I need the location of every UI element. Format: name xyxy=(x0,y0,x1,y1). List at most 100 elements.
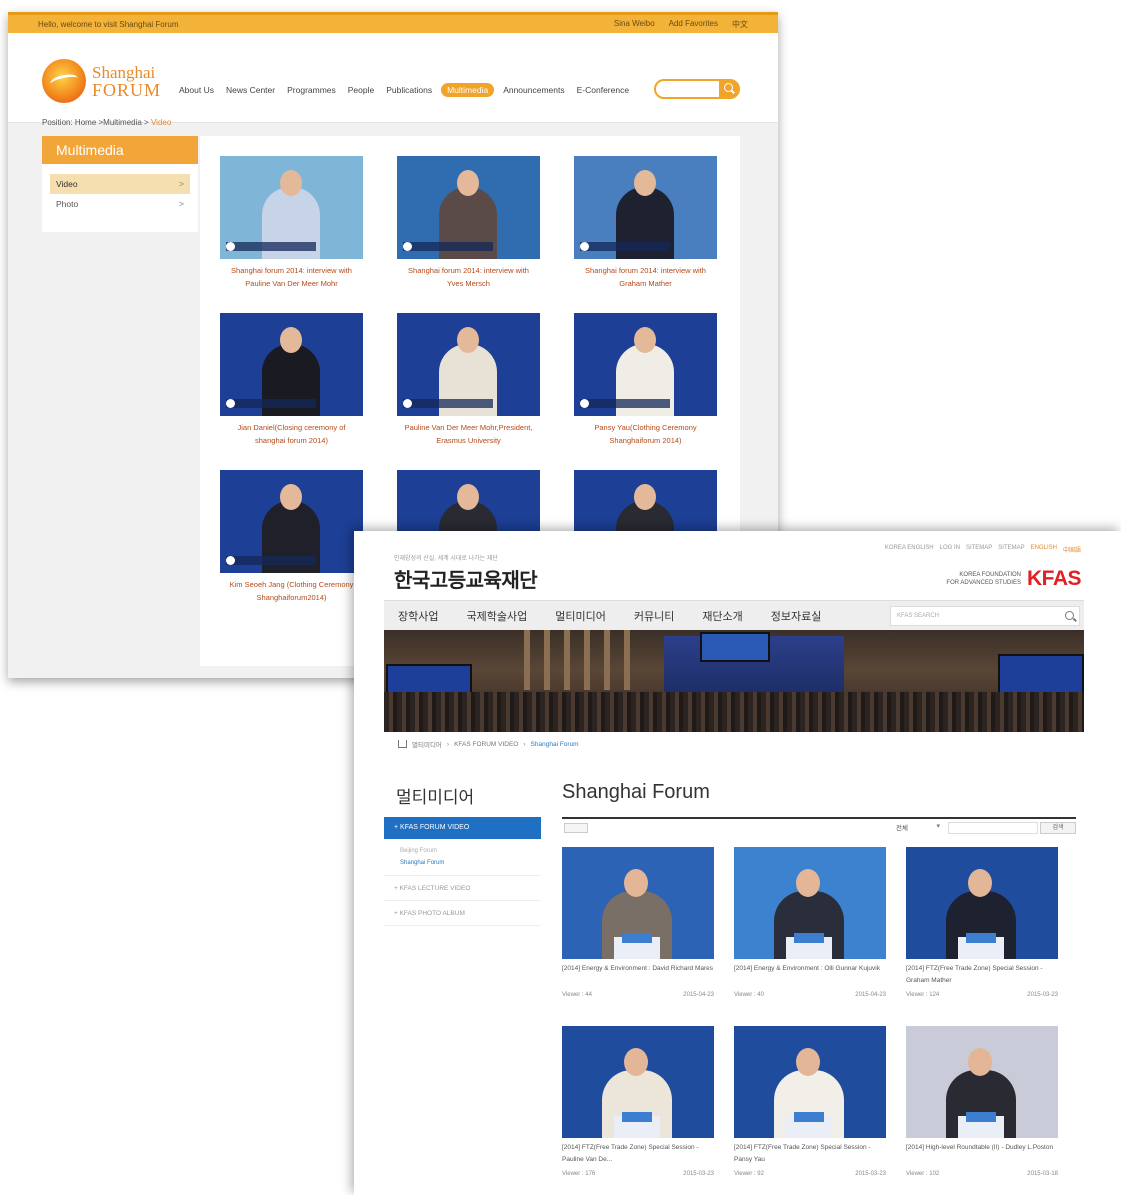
video-thumbnail[interactable] xyxy=(906,1026,1058,1138)
video-thumbnail[interactable] xyxy=(397,156,540,259)
video-item[interactable]: [2014] Energy & Environment : Olli Gunna… xyxy=(734,847,886,1014)
video-meta: Viewer : 102 2015-03-18 xyxy=(906,1171,1058,1177)
breadcrumb-item[interactable]: 멀티미디어 xyxy=(412,739,442,749)
video-caption[interactable]: Pauline Van Der Meer Mohr,President, Era… xyxy=(397,421,540,447)
play-icon[interactable] xyxy=(403,399,412,408)
video-item[interactable]: Jian Daniel(Closing ceremony of shanghai… xyxy=(220,313,363,470)
video-item[interactable]: [2014] FTZ(Free Trade Zone) Special Sess… xyxy=(906,847,1058,1014)
video-thumbnail[interactable] xyxy=(220,470,363,573)
top-utility-bar: Hello, welcome to visit Shanghai Forum S… xyxy=(8,12,778,33)
video-thumbnail[interactable] xyxy=(220,156,363,259)
viewer-count: Viewer : 40 xyxy=(734,992,764,998)
breadcrumb-item[interactable]: KFAS FORUM VIDEO xyxy=(454,741,518,748)
brand-title[interactable]: 한국고등교육재단 xyxy=(394,564,538,593)
chinese-language-link[interactable]: 中文 xyxy=(732,19,748,30)
video-title[interactable]: [2014] FTZ(Free Trade Zone) Special Sess… xyxy=(906,963,1058,989)
play-icon[interactable] xyxy=(403,242,412,251)
util-link[interactable]: SITEMAP xyxy=(998,545,1024,554)
video-thumbnail[interactable] xyxy=(574,313,717,416)
video-item[interactable]: [2014] High-level Roundtable (II) - Dudl… xyxy=(906,1026,1058,1193)
video-item[interactable]: [2014] Energy & Environment : David Rich… xyxy=(562,847,714,1014)
video-title[interactable]: [2014] Energy & Environment : Olli Gunna… xyxy=(734,963,886,989)
search-input[interactable] xyxy=(654,79,740,99)
breadcrumb-current: Video xyxy=(150,118,172,127)
view-toggle[interactable] xyxy=(564,823,588,833)
video-caption[interactable]: Pansy Yau(Clothing Ceremony Shanghaiforu… xyxy=(574,421,717,447)
play-icon[interactable] xyxy=(226,399,235,408)
video-caption[interactable]: Shanghai forum 2014: interview with Paul… xyxy=(220,264,363,290)
util-link[interactable]: KOREA ENGLISH xyxy=(885,545,934,554)
video-caption[interactable]: Kim Seoeh Jang (Clothing Ceremony Shangh… xyxy=(220,578,363,604)
video-caption[interactable]: Shanghai forum 2014: interview with Grah… xyxy=(574,264,717,290)
kfas-logo[interactable]: KOREA FOUNDATION FOR ADVANCED STUDIES KF… xyxy=(946,567,1081,591)
util-link-english[interactable]: ENGLISH xyxy=(1031,545,1057,554)
nav-scholarship[interactable]: 장학사업 xyxy=(398,608,438,624)
nav-programmes[interactable]: Programmes xyxy=(284,83,339,97)
sidebar-item-forum-video[interactable]: + KFAS FORUM VIDEO xyxy=(384,817,541,839)
nav-archive[interactable]: 정보자료실 xyxy=(771,608,822,624)
sidebar-item-video[interactable]: Video > xyxy=(50,174,190,194)
play-icon[interactable] xyxy=(580,399,589,408)
video-thumbnail[interactable] xyxy=(397,313,540,416)
sina-weibo-link[interactable]: Sina Weibo xyxy=(614,19,655,30)
nav-people[interactable]: People xyxy=(345,83,377,97)
video-date: 2015-03-23 xyxy=(855,1171,886,1177)
nav-about-us[interactable]: About Us xyxy=(176,83,217,97)
video-item[interactable]: Shanghai forum 2014: interview with Yves… xyxy=(397,156,540,313)
play-icon[interactable] xyxy=(226,556,235,565)
sidebar-item-lecture-video[interactable]: + KFAS LECTURE VIDEO xyxy=(384,876,541,901)
sidebar-item-photo-album[interactable]: + KFAS PHOTO ALBUM xyxy=(384,901,541,926)
submenu-beijing[interactable]: Beijing Forum xyxy=(400,848,437,854)
nav-news-center[interactable]: News Center xyxy=(223,83,278,97)
video-item[interactable]: [2014] FTZ(Free Trade Zone) Special Sess… xyxy=(562,1026,714,1193)
video-thumbnail[interactable] xyxy=(734,847,886,959)
search-input[interactable]: KFAS SEARCH xyxy=(890,606,1080,626)
add-favorites-link[interactable]: Add Favorites xyxy=(669,19,718,30)
nav-publications[interactable]: Publications xyxy=(383,83,435,97)
video-item[interactable]: Kim Seoeh Jang (Clothing Ceremony Shangh… xyxy=(220,470,363,627)
submenu-shanghai[interactable]: Shanghai Forum xyxy=(400,857,525,869)
video-item[interactable]: [2014] FTZ(Free Trade Zone) Special Sess… xyxy=(734,1026,886,1193)
video-title[interactable]: [2014] High-level Roundtable (II) - Dudl… xyxy=(906,1142,1058,1168)
util-link[interactable]: SITEMAP xyxy=(966,545,992,554)
nav-e-conference[interactable]: E-Conference xyxy=(574,83,632,97)
nav-international[interactable]: 국제학술사업 xyxy=(466,608,527,624)
tagline: 인재양성의 산실, 세계 시대로 나가는 재단 xyxy=(394,556,498,562)
video-item[interactable]: Shanghai forum 2014: interview with Grah… xyxy=(574,156,717,313)
video-item[interactable]: Pauline Van Der Meer Mohr,President, Era… xyxy=(397,313,540,470)
shanghai-forum-logo[interactable]: Shanghai FORUM xyxy=(42,59,161,103)
nav-multimedia[interactable]: Multimedia xyxy=(441,83,495,97)
video-title[interactable]: [2014] Energy & Environment : David Rich… xyxy=(562,963,714,989)
breadcrumb-path[interactable]: Home >Multimedia > xyxy=(75,118,149,127)
video-thumbnail[interactable] xyxy=(562,847,714,959)
search-placeholder: KFAS SEARCH xyxy=(897,613,940,619)
video-thumbnail[interactable] xyxy=(220,313,363,416)
sidebar-item-photo[interactable]: Photo > xyxy=(50,194,190,214)
filter-select[interactable]: 전체 xyxy=(896,822,940,834)
search-icon[interactable] xyxy=(719,80,739,98)
nav-community[interactable]: 커뮤니티 xyxy=(634,608,674,624)
nav-about[interactable]: 재단소개 xyxy=(702,608,742,624)
util-link-chinese[interactable]: 中国語 xyxy=(1063,545,1081,554)
nav-announcements[interactable]: Announcements xyxy=(500,83,567,97)
list-search-button[interactable]: 검색 xyxy=(1040,822,1076,834)
video-thumbnail[interactable] xyxy=(574,156,717,259)
nav-multimedia[interactable]: 멀티미디어 xyxy=(555,608,606,624)
list-search-input[interactable] xyxy=(948,822,1038,834)
video-caption[interactable]: Shanghai forum 2014: interview with Yves… xyxy=(397,264,540,290)
video-thumbnail[interactable] xyxy=(906,847,1058,959)
play-icon[interactable] xyxy=(580,242,589,251)
util-link[interactable]: LOG IN xyxy=(940,545,960,554)
video-title[interactable]: [2014] FTZ(Free Trade Zone) Special Sess… xyxy=(734,1142,886,1168)
video-item[interactable]: Pansy Yau(Clothing Ceremony Shanghaiforu… xyxy=(574,313,717,470)
home-icon[interactable] xyxy=(398,740,407,748)
video-caption[interactable]: Jian Daniel(Closing ceremony of shanghai… xyxy=(220,421,363,447)
video-date: 2015-03-23 xyxy=(1027,992,1058,998)
play-icon[interactable] xyxy=(226,242,235,251)
video-thumbnail[interactable] xyxy=(562,1026,714,1138)
video-item[interactable]: Shanghai forum 2014: interview with Paul… xyxy=(220,156,363,313)
video-thumbnail[interactable] xyxy=(734,1026,886,1138)
logo-mark-icon xyxy=(42,59,86,103)
search-icon[interactable] xyxy=(1065,611,1074,620)
video-title[interactable]: [2014] FTZ(Free Trade Zone) Special Sess… xyxy=(562,1142,714,1168)
